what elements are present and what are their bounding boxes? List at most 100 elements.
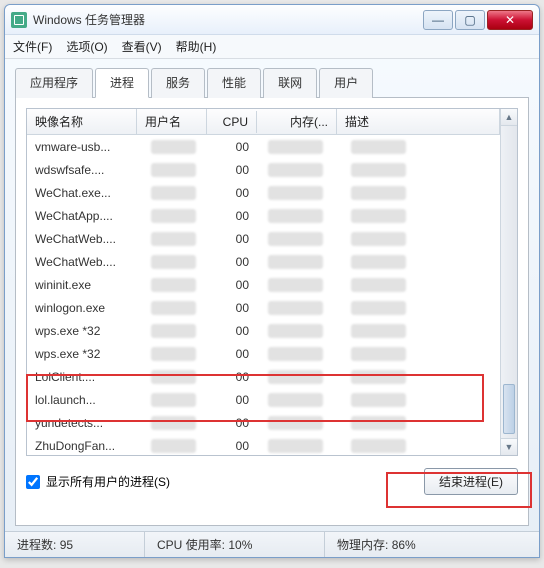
tab-applications[interactable]: 应用程序: [15, 68, 93, 98]
cell-cpu: 00: [207, 207, 257, 225]
tab-users[interactable]: 用户: [319, 68, 373, 98]
table-row[interactable]: LolClient....00: [27, 365, 500, 388]
cell-image-name: WeChatWeb....: [27, 253, 137, 271]
cell-cpu: 00: [207, 414, 257, 432]
col-memory[interactable]: 内存(...: [257, 109, 337, 134]
cell-description: [337, 253, 500, 271]
cell-memory: [257, 253, 337, 271]
minimize-button[interactable]: —: [423, 10, 453, 30]
show-all-users-label: 显示所有用户的进程(S): [46, 473, 170, 490]
cell-cpu: 00: [207, 161, 257, 179]
tab-processes[interactable]: 进程: [95, 68, 149, 98]
table-row[interactable]: WeChatWeb.... 00: [27, 250, 500, 273]
cell-user-name: [137, 207, 207, 225]
status-physical-memory: 物理内存: 86%: [325, 532, 539, 557]
scroll-track[interactable]: [501, 126, 517, 438]
cell-description: [337, 161, 500, 179]
process-table-body: vmware-usb...00wdswfsafe....00WeChat.exe…: [27, 135, 500, 455]
window-title: Windows 任务管理器: [33, 11, 423, 28]
cell-user-name: [137, 161, 207, 179]
end-process-button[interactable]: 结束进程(E): [424, 468, 518, 495]
cell-user-name: [137, 253, 207, 271]
cell-memory: [257, 184, 337, 202]
tabs: 应用程序 进程 服务 性能 联网 用户: [15, 67, 529, 98]
cell-description: [337, 276, 500, 294]
close-button[interactable]: ✕: [487, 10, 533, 30]
table-row[interactable]: WeChat.exe...00: [27, 181, 500, 204]
cell-image-name: yundetects...: [27, 414, 137, 432]
titlebar[interactable]: Windows 任务管理器 — ▢ ✕: [5, 5, 539, 35]
cell-description: [337, 391, 500, 409]
cell-memory: [257, 345, 337, 363]
cell-image-name: wdswfsafe....: [27, 161, 137, 179]
cell-description: [337, 368, 500, 386]
table-row[interactable]: wps.exe *32 00: [27, 319, 500, 342]
process-table: 映像名称 用户名 CPU 内存(... 描述 vmware-usb...00wd…: [26, 108, 518, 456]
col-description[interactable]: 描述: [337, 109, 500, 134]
table-row[interactable]: lol.launch...00: [27, 388, 500, 411]
table-row[interactable]: WeChatApp.... 00: [27, 204, 500, 227]
scroll-thumb[interactable]: [503, 384, 515, 434]
cell-description: [337, 138, 500, 156]
table-row[interactable]: winlogon.exe 00: [27, 296, 500, 319]
table-row[interactable]: wdswfsafe.... 00: [27, 158, 500, 181]
cell-image-name: wininit.exe: [27, 276, 137, 294]
cell-description: [337, 184, 500, 202]
cell-cpu: 00: [207, 184, 257, 202]
statusbar: 进程数: 95 CPU 使用率: 10% 物理内存: 86%: [5, 531, 539, 557]
tab-services[interactable]: 服务: [151, 68, 205, 98]
menu-help[interactable]: 帮助(H): [176, 38, 217, 55]
cell-user-name: [137, 230, 207, 248]
app-icon: [11, 12, 27, 28]
cell-user-name: [137, 368, 207, 386]
cell-memory: [257, 230, 337, 248]
col-user-name[interactable]: 用户名: [137, 109, 207, 134]
menu-file[interactable]: 文件(F): [13, 38, 52, 55]
task-manager-window: Windows 任务管理器 — ▢ ✕ 文件(F) 选项(O) 查看(V) 帮助…: [4, 4, 540, 558]
table-row[interactable]: yundetects... 00: [27, 411, 500, 434]
cell-cpu: 00: [207, 138, 257, 156]
cell-cpu: 00: [207, 299, 257, 317]
cell-image-name: wps.exe *32: [27, 345, 137, 363]
cell-cpu: 00: [207, 276, 257, 294]
cell-image-name: wps.exe *32: [27, 322, 137, 340]
table-row[interactable]: wininit.exe 00: [27, 273, 500, 296]
cell-description: [337, 322, 500, 340]
status-process-count: 进程数: 95: [5, 532, 145, 557]
cell-cpu: 00: [207, 230, 257, 248]
menu-view[interactable]: 查看(V): [122, 38, 162, 55]
col-image-name[interactable]: 映像名称: [27, 109, 137, 134]
cell-image-name: WeChatWeb....: [27, 230, 137, 248]
menu-options[interactable]: 选项(O): [66, 38, 107, 55]
cell-memory: [257, 391, 337, 409]
scroll-down-icon[interactable]: ▼: [501, 438, 517, 455]
tab-performance[interactable]: 性能: [207, 68, 261, 98]
table-row[interactable]: wps.exe *32 00: [27, 342, 500, 365]
scroll-up-icon[interactable]: ▲: [501, 109, 517, 126]
col-cpu[interactable]: CPU: [207, 111, 257, 133]
cell-cpu: 00: [207, 322, 257, 340]
table-row[interactable]: ZhuDongFan...00: [27, 434, 500, 455]
cell-cpu: 00: [207, 253, 257, 271]
show-all-users-checkbox[interactable]: 显示所有用户的进程(S): [26, 473, 424, 490]
cell-user-name: [137, 345, 207, 363]
menubar: 文件(F) 选项(O) 查看(V) 帮助(H): [5, 35, 539, 59]
tab-networking[interactable]: 联网: [263, 68, 317, 98]
show-all-users-input[interactable]: [26, 475, 40, 489]
cell-image-name: vmware-usb...: [27, 138, 137, 156]
maximize-button[interactable]: ▢: [455, 10, 485, 30]
cell-memory: [257, 368, 337, 386]
cell-description: [337, 345, 500, 363]
cell-memory: [257, 322, 337, 340]
cell-description: [337, 230, 500, 248]
table-row[interactable]: WeChatWeb.... 00: [27, 227, 500, 250]
cell-cpu: 00: [207, 391, 257, 409]
cell-image-name: winlogon.exe: [27, 299, 137, 317]
cell-user-name: [137, 299, 207, 317]
cell-image-name: WeChatApp....: [27, 207, 137, 225]
vertical-scrollbar[interactable]: ▲ ▼: [500, 109, 517, 455]
cell-user-name: [137, 184, 207, 202]
table-row[interactable]: vmware-usb... 00: [27, 135, 500, 158]
cell-cpu: 00: [207, 345, 257, 363]
cell-memory: [257, 414, 337, 432]
